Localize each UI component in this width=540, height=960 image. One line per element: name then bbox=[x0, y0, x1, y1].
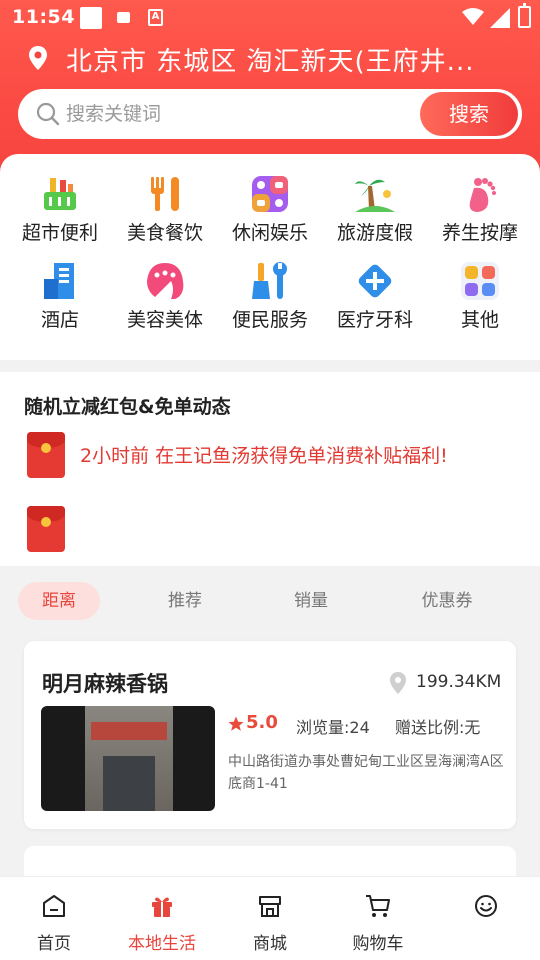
nav-profile[interactable] bbox=[436, 877, 536, 960]
shop-photo-door bbox=[103, 756, 155, 811]
category-label: 美容美体 bbox=[126, 309, 203, 331]
gift-icon bbox=[152, 897, 172, 917]
category-supermarket[interactable]: 超市便利 bbox=[10, 174, 110, 254]
search-input[interactable] bbox=[66, 100, 396, 128]
cart-icon bbox=[366, 895, 390, 917]
medical-cross-icon bbox=[358, 264, 392, 298]
star-icon bbox=[228, 716, 244, 731]
category-hotel[interactable]: 酒店 bbox=[10, 261, 110, 341]
category-beauty[interactable]: 美容美体 bbox=[115, 261, 215, 341]
nav-label: 本地生活 bbox=[128, 934, 196, 954]
category-label: 医疗牙科 bbox=[336, 309, 413, 331]
shop-distance: 199.34KM bbox=[416, 672, 502, 692]
shop-gift-ratio: 赠送比例:无 bbox=[395, 718, 481, 737]
status-time: 11:54 bbox=[12, 6, 75, 28]
category-medical[interactable]: 医疗牙科 bbox=[325, 261, 425, 341]
search-button[interactable]: 搜索 bbox=[420, 92, 518, 136]
category-label: 便民服务 bbox=[231, 309, 308, 331]
nav-label: 购物车 bbox=[352, 934, 404, 954]
smiley-icon bbox=[475, 895, 497, 917]
red-envelope-icon bbox=[27, 506, 65, 552]
nav-label: 首页 bbox=[37, 934, 71, 954]
battery-icon bbox=[518, 3, 531, 28]
dynamics-message: 2小时前 在王记鱼汤获得免单消费补贴福利! bbox=[80, 445, 448, 467]
nav-local-life[interactable]: 本地生活 bbox=[112, 877, 212, 960]
category-food[interactable]: 美食餐饮 bbox=[115, 174, 215, 254]
category-travel[interactable]: 旅游度假 bbox=[325, 174, 425, 254]
fork-knife-icon bbox=[151, 177, 179, 211]
tab-sales[interactable]: 销量 bbox=[271, 582, 351, 620]
nav-cart[interactable]: 购物车 bbox=[328, 877, 428, 960]
category-entertainment[interactable]: 休闲娱乐 bbox=[220, 174, 320, 254]
category-label: 美食餐饮 bbox=[126, 222, 203, 244]
nav-label: 商城 bbox=[253, 934, 287, 954]
location-pin-icon bbox=[29, 46, 47, 70]
status-bar: 11:54 A bbox=[0, 0, 540, 36]
shop-card[interactable]: 明月麻辣香锅 199.34KM 5.0 浏览量:24 赠送比例:无 中山路街道办… bbox=[24, 641, 516, 829]
category-grid: 超市便利 美食餐饮 休闲娱乐 旅游度假 养生按摩 酒店 美容美体 便民服务 医疗… bbox=[0, 154, 540, 360]
shop-rating: 5.0 bbox=[246, 712, 278, 733]
footprint-icon bbox=[469, 178, 496, 212]
search-icon bbox=[36, 102, 60, 126]
red-envelope-icon bbox=[27, 432, 65, 478]
tab-coupon[interactable]: 优惠券 bbox=[402, 582, 492, 620]
category-label: 酒店 bbox=[40, 309, 79, 331]
notification-icon bbox=[117, 12, 130, 23]
tools-icon bbox=[252, 262, 287, 299]
category-label: 休闲娱乐 bbox=[231, 222, 308, 244]
notification-icon bbox=[80, 7, 102, 29]
red-packet-dynamics: 随机立减红包&免单动态 2小时前 在王记鱼汤获得免单消费补贴福利! bbox=[0, 372, 540, 566]
category-services[interactable]: 便民服务 bbox=[220, 261, 320, 341]
shop-views: 浏览量:24 bbox=[296, 718, 370, 737]
category-massage[interactable]: 养生按摩 bbox=[430, 174, 530, 254]
shop-photo-sign bbox=[91, 722, 167, 740]
shop-name: 明月麻辣香锅 bbox=[42, 672, 168, 696]
category-label: 其他 bbox=[460, 309, 499, 331]
tab-distance[interactable]: 距离 bbox=[18, 582, 100, 620]
nav-home[interactable]: 首页 bbox=[4, 877, 104, 960]
section-title: 随机立减红包&免单动态 bbox=[24, 396, 231, 418]
home-icon bbox=[43, 895, 65, 917]
category-label: 旅游度假 bbox=[336, 222, 413, 244]
category-label: 超市便利 bbox=[21, 222, 98, 244]
hotel-building-icon bbox=[44, 263, 74, 299]
wifi-icon bbox=[462, 8, 484, 25]
location-text: 北京市 东城区 淘汇新天(王府井... bbox=[66, 47, 475, 77]
sort-tabs: 距离 推荐 销量 优惠券 bbox=[0, 578, 540, 626]
search-bar: 搜索 bbox=[18, 89, 522, 139]
keyboard-a-icon: A bbox=[148, 9, 163, 26]
nav-mall[interactable]: 商城 bbox=[220, 877, 320, 960]
category-label: 养生按摩 bbox=[441, 222, 518, 244]
shop-address: 中山路街道办事处曹妃甸工业区昱海澜湾A区底商1-41 bbox=[228, 754, 504, 792]
palm-tree-icon bbox=[355, 179, 395, 212]
category-other[interactable]: 其他 bbox=[430, 261, 530, 341]
entertainment-icon bbox=[252, 176, 288, 212]
location-bar[interactable]: 北京市 东城区 淘汇新天(王府井... bbox=[28, 40, 528, 77]
store-icon bbox=[259, 896, 281, 917]
bottom-navigation: 首页 本地生活 商城 购物车 bbox=[0, 876, 540, 960]
shop-photo bbox=[41, 706, 215, 811]
signal-icon bbox=[490, 8, 510, 28]
beauty-hair-icon bbox=[147, 263, 184, 299]
supermarket-basket-icon bbox=[44, 178, 76, 210]
location-pin-icon bbox=[390, 672, 406, 694]
tab-recommend[interactable]: 推荐 bbox=[145, 582, 225, 620]
grid-apps-icon bbox=[461, 262, 499, 300]
